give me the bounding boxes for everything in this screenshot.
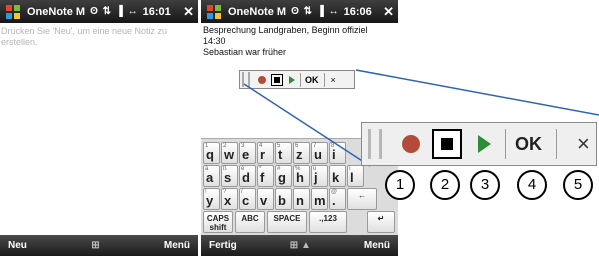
separator [505,129,506,159]
zoom-line-bottom [243,83,371,167]
callout-3: 3 [470,170,500,200]
play-icon [478,135,491,153]
drag-grip-icon [368,129,382,159]
callout-2: 2 [430,170,460,200]
callout-4: 4 [517,170,547,200]
ok-label: OK [515,133,542,154]
stop-icon [432,129,462,159]
close-icon: × [577,131,590,156]
callout-1: 1 [385,170,415,200]
record-icon [402,135,420,153]
callout-5: 5 [563,170,593,200]
audio-toolbar-zoomed: OK × [361,122,597,166]
separator [556,129,557,159]
zoom-line-top [355,69,599,116]
